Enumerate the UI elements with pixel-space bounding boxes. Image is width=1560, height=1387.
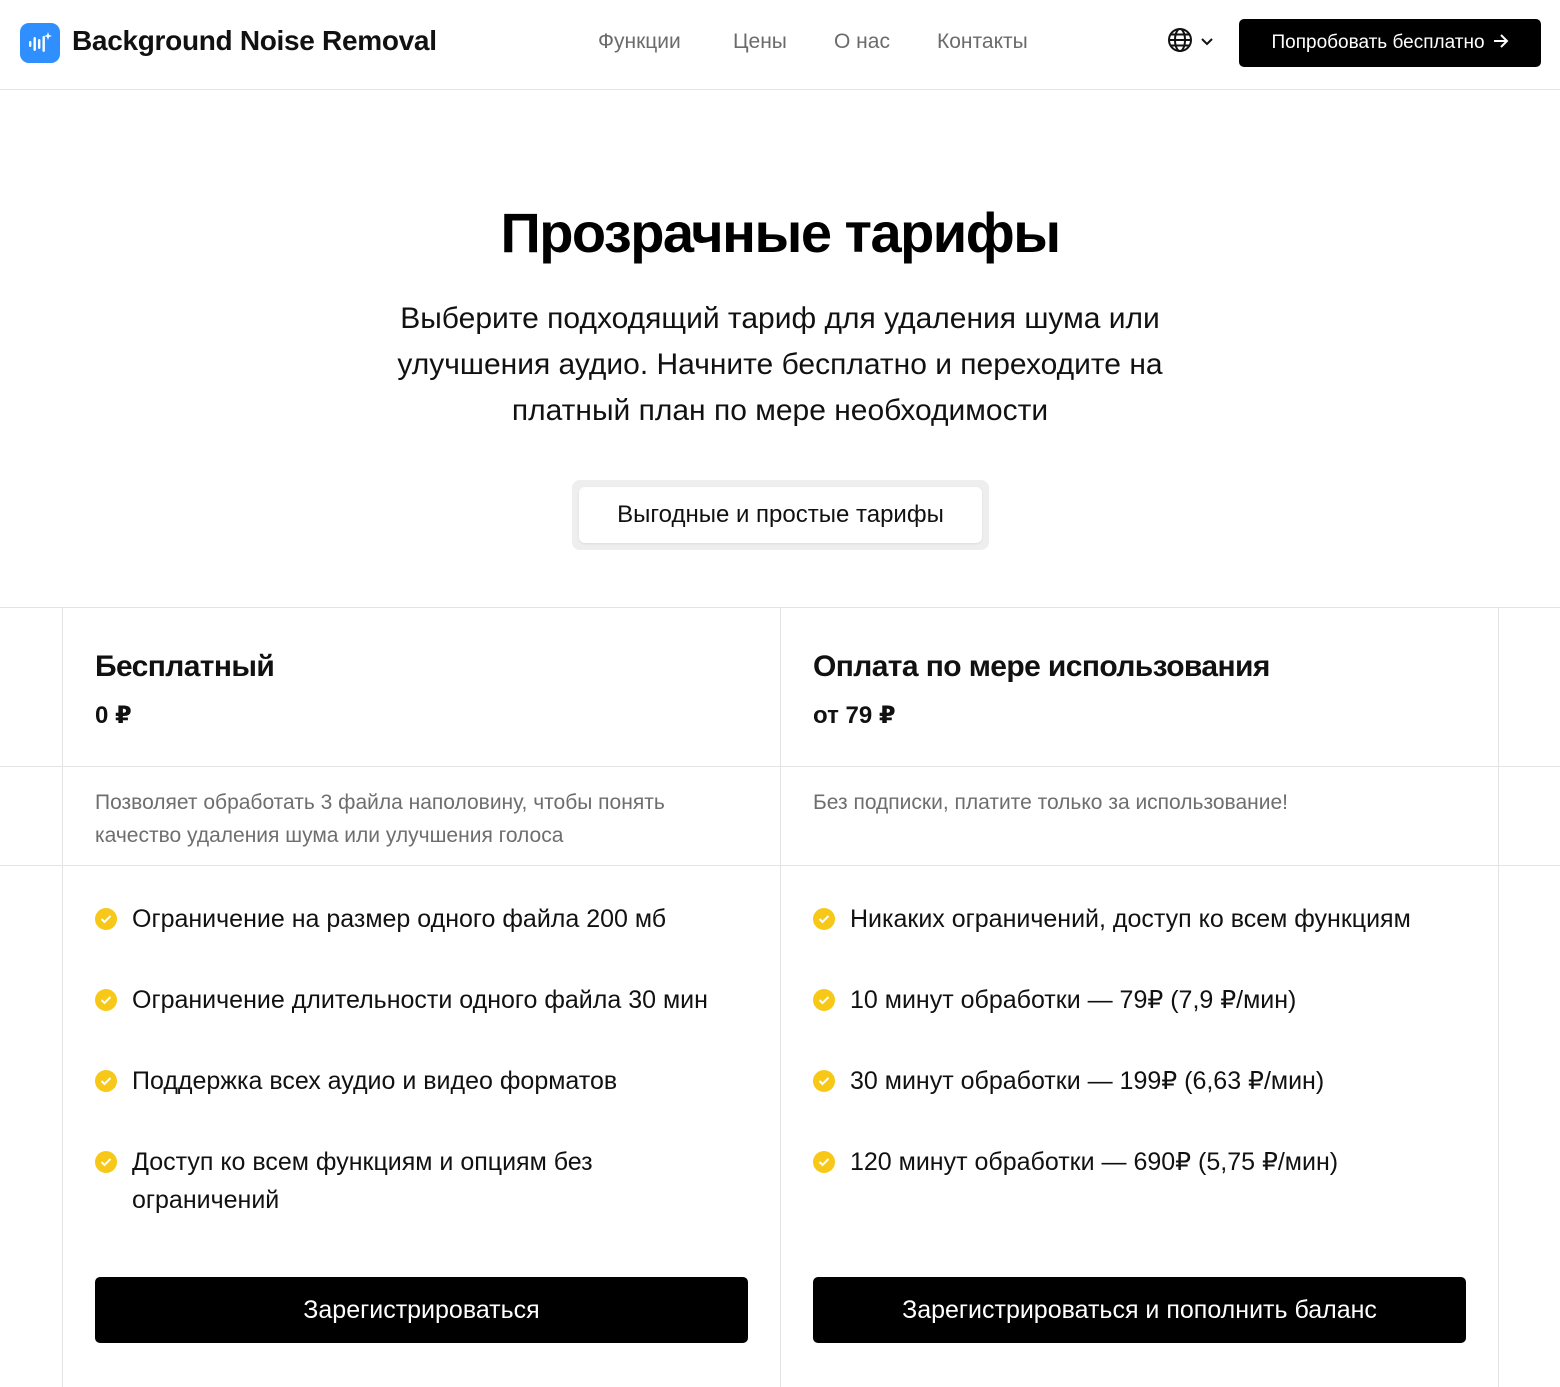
register-and-topup-button[interactable]: Зарегистрироваться и пополнить баланс [813, 1277, 1466, 1343]
feature-item: 30 минут обработки — 199₽ (6,63 ₽/мин) [813, 1062, 1463, 1100]
page-subtitle: Выберите подходящий тариф для удаления ш… [397, 302, 1163, 427]
feature-text: Поддержка всех аудио и видео форматов [132, 1067, 618, 1095]
feature-text: 10 минут обработки — 79₽ (7,9 ₽/мин) [850, 986, 1297, 1014]
feature-text: Доступ ко всем функциям и опциям без огр… [132, 1148, 593, 1214]
try-free-button-label: Попробовать бесплатно [1271, 32, 1485, 53]
nav-link-about[interactable]: О нас [834, 30, 890, 54]
plan-price: от 79 ₽ [813, 702, 896, 729]
globe-icon [1167, 27, 1193, 58]
check-icon [813, 1070, 835, 1092]
divider [62, 607, 63, 1387]
try-free-button[interactable]: Попробовать бесплатно [1239, 19, 1541, 67]
feature-text: Никаких ограничений, доступ ко всем функ… [850, 905, 1411, 933]
plan-name: Оплата по мере использования [813, 650, 1270, 683]
arrow-right-icon [1493, 32, 1509, 54]
check-icon [813, 908, 835, 930]
chevron-down-icon [1201, 33, 1213, 51]
feature-item: Никаких ограничений, доступ ко всем функ… [813, 900, 1463, 938]
site-header: Background Noise Removal Функции Цены О … [0, 0, 1560, 90]
check-icon [95, 908, 117, 930]
feature-item: 10 минут обработки — 79₽ (7,9 ₽/мин) [813, 981, 1463, 1019]
check-icon [95, 1151, 117, 1173]
feature-item: Ограничение на размер одного файла 200 м… [95, 900, 745, 938]
feature-item: Ограничение длительности одного файла 30… [95, 981, 745, 1019]
plan-description: Позволяет обработать 3 файла наполовину,… [95, 791, 665, 847]
check-icon [95, 1070, 117, 1092]
nav-link-features[interactable]: Функции [598, 30, 681, 54]
feature-text: Ограничение длительности одного файла 30… [132, 986, 708, 1014]
plan-name: Бесплатный [95, 650, 275, 683]
feature-item: Поддержка всех аудио и видео форматов [95, 1062, 745, 1100]
feature-text: 120 минут обработки — 690₽ (5,75 ₽/мин) [850, 1148, 1339, 1176]
plan-price: 0 ₽ [95, 702, 132, 729]
check-icon [95, 989, 117, 1011]
check-icon [813, 1151, 835, 1173]
language-selector[interactable] [1167, 27, 1219, 58]
feature-text: 30 минут обработки — 199₽ (6,63 ₽/мин) [850, 1067, 1325, 1095]
feature-text: Ограничение на размер одного файла 200 м… [132, 905, 667, 933]
nav-link-pricing[interactable]: Цены [733, 30, 787, 54]
nav-link-contacts[interactable]: Контакты [937, 30, 1028, 54]
feature-item: Доступ ко всем функциям и опциям без огр… [95, 1143, 655, 1219]
pricing-tab-simple[interactable]: Выгодные и простые тарифы [579, 487, 982, 543]
register-button[interactable]: Зарегистрироваться [95, 1277, 748, 1343]
pricing-toggle: Выгодные и простые тарифы [572, 480, 989, 550]
page-title: Прозрачные тарифы [500, 201, 1061, 264]
plan-description: Без подписки, платите только за использо… [813, 791, 1288, 814]
divider [1498, 607, 1499, 1387]
feature-item: 120 минут обработки — 690₽ (5,75 ₽/мин) [813, 1143, 1463, 1181]
divider [780, 607, 781, 1387]
check-icon [813, 989, 835, 1011]
